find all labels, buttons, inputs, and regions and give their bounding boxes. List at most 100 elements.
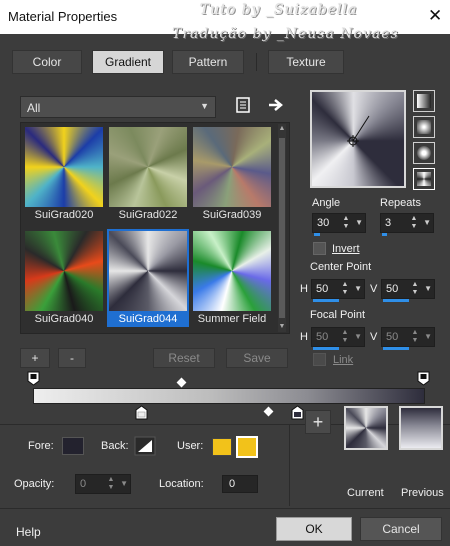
angle-handle-icon[interactable] <box>312 92 404 186</box>
tab-color[interactable]: Color <box>12 50 82 74</box>
invert-label: Invert <box>332 243 360 255</box>
center-point-label: Center Point <box>310 261 372 273</box>
gradient-swatch <box>109 127 187 207</box>
spin-arrows-icon[interactable]: ▲ ▼ <box>409 215 419 231</box>
gradient-swatch <box>25 127 103 207</box>
focal-h-input[interactable]: 50 ▲ ▼ ▼ <box>311 327 365 350</box>
linear-style-icon[interactable] <box>413 90 435 112</box>
current-label: Current <box>347 487 384 499</box>
add-gradient-button[interactable]: + <box>20 348 50 368</box>
divider <box>0 508 450 509</box>
center-h-slider[interactable] <box>313 299 339 302</box>
category-select[interactable]: All ▼ <box>20 96 216 118</box>
gradient-item[interactable]: SuiGrad040 <box>23 229 105 327</box>
spin-arrows-icon[interactable]: ▲ ▼ <box>340 281 350 297</box>
center-v-slider[interactable] <box>383 299 409 302</box>
user-label: User: <box>177 440 204 452</box>
tab-pattern[interactable]: Pattern <box>172 50 244 74</box>
category-select-value: All <box>27 101 41 115</box>
ok-button[interactable]: OK <box>276 517 352 541</box>
radial-style-icon[interactable] <box>413 168 435 190</box>
gradient-item[interactable]: SuiGrad020 <box>23 125 105 223</box>
tab-texture[interactable]: Texture <box>268 50 344 74</box>
gradient-item[interactable]: Summer Field <box>191 229 273 327</box>
focal-point-label: Focal Point <box>310 309 366 321</box>
gradient-label: SuiGrad022 <box>118 209 178 221</box>
location-input[interactable]: 0 <box>222 475 258 493</box>
focal-v-slider[interactable] <box>383 347 409 350</box>
tab-gradient[interactable]: Gradient <box>92 50 164 74</box>
help-link[interactable]: Help <box>16 525 41 539</box>
color-midpoint[interactable] <box>263 406 274 417</box>
back-color-icon[interactable] <box>134 436 156 456</box>
chevron-down-icon[interactable]: ▼ <box>424 284 432 293</box>
reset-button[interactable]: Reset <box>153 348 215 368</box>
gradient-label: SuiGrad020 <box>34 209 94 221</box>
cancel-button[interactable]: Cancel <box>360 517 442 541</box>
sunburst-style-icon[interactable] <box>413 142 435 164</box>
save-gradient-button[interactable]: Save <box>226 348 288 368</box>
spin-arrows-icon[interactable]: ▲ ▼ <box>410 329 420 345</box>
notes-icon[interactable] <box>233 96 253 116</box>
color-stop-icon[interactable] <box>291 405 304 420</box>
user-color-selected-swatch[interactable] <box>236 436 258 458</box>
link-label: Link <box>333 354 354 366</box>
chevron-down-icon[interactable]: ▼ <box>354 284 362 293</box>
link-checkbox[interactable] <box>313 353 326 366</box>
transparency-midpoint[interactable] <box>176 377 187 388</box>
focal-h-slider[interactable] <box>313 347 339 350</box>
gradient-label: Summer Field <box>197 313 267 325</box>
current-material-swatch[interactable] <box>344 406 388 450</box>
add-to-swatches-button[interactable]: + <box>305 410 331 434</box>
remove-gradient-button[interactable]: - <box>58 348 86 368</box>
gradient-preview[interactable] <box>310 90 406 188</box>
opacity-input[interactable]: 0 ▲ ▼ ▼ <box>75 474 131 494</box>
chevron-down-icon[interactable]: ▼ <box>355 218 363 227</box>
gradient-label: SuiGrad039 <box>202 209 262 221</box>
scroll-up-icon[interactable]: ▲ <box>278 124 286 134</box>
chevron-down-icon[interactable]: ▼ <box>354 332 362 341</box>
back-label: Back: <box>101 440 129 452</box>
close-icon[interactable]: ✕ <box>428 7 442 24</box>
fore-color-swatch[interactable] <box>62 437 84 455</box>
gradient-swatch <box>193 231 271 311</box>
color-stop-icon[interactable] <box>135 405 148 420</box>
transparency-stop-icon[interactable] <box>27 371 40 386</box>
transparency-stop-icon[interactable] <box>417 371 430 386</box>
spin-arrows-icon[interactable]: ▲ ▼ <box>106 476 116 492</box>
chevron-down-icon[interactable]: ▼ <box>120 479 128 488</box>
gradient-list: SuiGrad020 SuiGrad022 SuiGrad039 SuiGrad… <box>20 122 290 334</box>
chevron-down-icon: ▼ <box>200 101 209 111</box>
watermark-line-2: Tradução by _Neusa Novaes <box>172 26 399 42</box>
opacity-label: Opacity: <box>14 478 55 490</box>
scrollbar-thumb[interactable] <box>279 138 285 318</box>
spin-arrows-icon[interactable]: ▲ ▼ <box>340 329 350 345</box>
focal-h-label: H <box>300 331 308 343</box>
spin-arrows-icon[interactable]: ▲ ▼ <box>410 281 420 297</box>
gradient-item[interactable]: SuiGrad039 <box>191 125 273 223</box>
repeats-input[interactable]: 3 ▲ ▼ ▼ <box>380 213 434 236</box>
location-label: Location: <box>159 478 204 490</box>
invert-checkbox[interactable] <box>313 242 326 255</box>
arrow-right-icon[interactable] <box>266 95 286 115</box>
center-v-input[interactable]: 50 ▲ ▼ ▼ <box>381 279 435 302</box>
spin-arrows-icon[interactable]: ▲ ▼ <box>341 215 351 231</box>
angle-label: Angle <box>312 197 341 209</box>
rectangular-style-icon[interactable] <box>413 116 435 138</box>
chevron-down-icon[interactable]: ▼ <box>423 218 431 227</box>
gradient-editor-bar[interactable] <box>33 388 425 404</box>
focal-v-input[interactable]: 50 ▲ ▼ ▼ <box>381 327 435 350</box>
watermark-line-1: Tuto by _Suizabella <box>200 2 358 18</box>
tab-separator <box>256 53 257 71</box>
user-color-swatch[interactable] <box>212 438 232 456</box>
center-h-input[interactable]: 50 ▲ ▼ ▼ <box>311 279 365 302</box>
angle-slider[interactable] <box>314 233 320 236</box>
scroll-down-icon[interactable]: ▼ <box>278 322 286 332</box>
previous-material-swatch[interactable] <box>399 406 443 450</box>
angle-input[interactable]: 30 ▲ ▼ ▼ <box>312 213 366 236</box>
gradient-item[interactable]: SuiGrad022 <box>107 125 189 223</box>
chevron-down-icon[interactable]: ▼ <box>424 332 432 341</box>
repeats-slider[interactable] <box>382 233 387 236</box>
previous-label: Previous <box>401 487 444 499</box>
gradient-item[interactable]: SuiGrad044 <box>107 229 189 327</box>
